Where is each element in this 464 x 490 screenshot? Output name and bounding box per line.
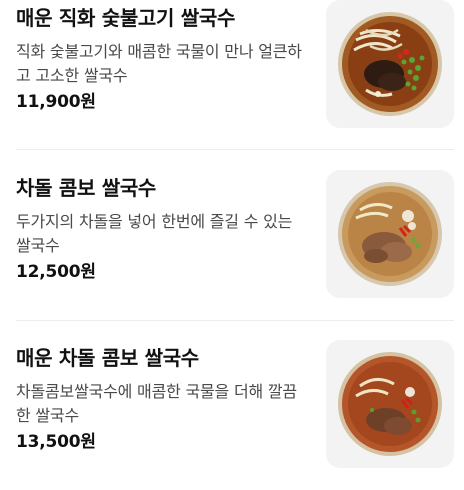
menu-item-text: 매운 직화 숯불고기 쌀국수 직화 숯불고기와 매콤한 국물이 만나 얼큰하고 …	[16, 5, 316, 114]
menu-item[interactable]: 매운 직화 숯불고기 쌀국수 직화 숯불고기와 매콤한 국물이 만나 얼큰하고 …	[0, 0, 464, 150]
menu-item-price: 12,500원	[16, 262, 96, 282]
menu-item-description: 두가지의 차돌을 넣어 한번에 즐길 수 있는 쌀국수	[16, 212, 293, 255]
brisket-combo-pho-icon	[338, 182, 442, 286]
menu-item-text: 매운 차돌 콤보 쌀국수 차돌콤보쌀국수에 매콤한 국물을 더해 깔끔한 쌀국수…	[16, 345, 316, 454]
menu-item-description: 차돌콤보쌀국수에 매콤한 국물을 더해 깔끔한 쌀국수	[16, 382, 297, 425]
menu-item[interactable]: 차돌 콤보 쌀국수 두가지의 차돌을 넣어 한번에 즐길 수 있는 쌀국수 12…	[0, 170, 464, 320]
menu-item-name: 매운 직화 숯불고기 쌀국수	[16, 6, 236, 30]
divider	[16, 149, 454, 150]
menu-list: 매운 직화 숯불고기 쌀국수 직화 숯불고기와 매콤한 국물이 만나 얼큰하고 …	[0, 0, 464, 468]
menu-item-text: 차돌 콤보 쌀국수 두가지의 차돌을 넣어 한번에 즐길 수 있는 쌀국수 12…	[16, 175, 316, 284]
spicy-charcoal-pork-pho-icon	[338, 12, 442, 116]
menu-item-image[interactable]	[326, 340, 454, 468]
menu-item-name: 매운 차돌 콤보 쌀국수	[16, 346, 199, 370]
menu-item-name: 차돌 콤보 쌀국수	[16, 176, 157, 200]
menu-item-price: 13,500원	[16, 432, 96, 452]
spicy-brisket-combo-pho-icon	[338, 352, 442, 456]
menu-item-image[interactable]	[326, 170, 454, 298]
menu-item-image[interactable]	[326, 0, 454, 128]
menu-item[interactable]: 매운 차돌 콤보 쌀국수 차돌콤보쌀국수에 매콤한 국물을 더해 깔끔한 쌀국수…	[0, 340, 464, 490]
menu-item-price: 11,900원	[16, 92, 96, 112]
divider	[16, 320, 454, 321]
menu-item-description: 직화 숯불고기와 매콤한 국물이 만나 얼큰하고 고소한 쌀국수	[16, 42, 302, 85]
